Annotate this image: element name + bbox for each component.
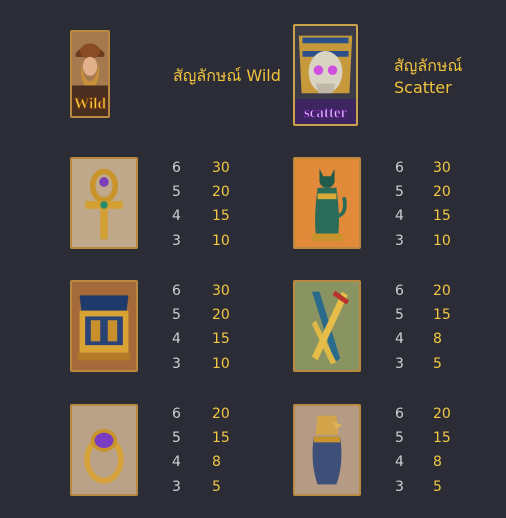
pay-count: 6 — [395, 406, 404, 422]
pay-value: 20 — [433, 406, 451, 422]
pay-value: 15 — [212, 430, 230, 446]
jar-symbol-tile — [293, 404, 361, 496]
crossed-daggers-icon — [295, 282, 359, 370]
pay-count: 3 — [172, 356, 181, 372]
treasure-chest-icon — [72, 282, 136, 370]
scatter-symbol-tile: scatter — [293, 24, 358, 126]
canopic-jar-icon — [295, 406, 359, 494]
pay-count: 3 — [395, 479, 404, 495]
scarab-ring-icon — [72, 406, 136, 494]
bastet-cat-icon — [295, 159, 359, 247]
pay-count: 4 — [395, 208, 404, 224]
scatter-icon: scatter — [295, 26, 356, 124]
pay-value: 20 — [212, 184, 230, 200]
pay-count: 5 — [172, 430, 181, 446]
pay-value: 8 — [212, 454, 221, 470]
pay-count: 6 — [395, 160, 404, 176]
ring-paytable: 6 20 5 15 4 8 3 5 — [170, 406, 250, 496]
pay-value: 5 — [433, 479, 442, 495]
pay-count: 4 — [395, 454, 404, 470]
pay-value: 15 — [212, 331, 230, 347]
ankh-paytable: 6 30 5 20 4 15 3 10 — [170, 160, 250, 250]
jar-paytable: 6 20 5 15 4 8 3 5 — [393, 406, 473, 496]
pay-count: 3 — [172, 479, 181, 495]
pay-count: 3 — [172, 233, 181, 249]
ring-symbol-tile — [70, 404, 138, 496]
wild-title: สัญลักษณ์ Wild — [173, 66, 281, 85]
wild-icon: Wild — [72, 32, 108, 116]
pay-value: 30 — [212, 283, 230, 299]
pay-value: 8 — [433, 331, 442, 347]
pay-value: 15 — [212, 208, 230, 224]
scatter-title-line1: สัญลักษณ์ — [394, 56, 463, 75]
pay-count: 4 — [172, 454, 181, 470]
pay-count: 5 — [172, 307, 181, 323]
pay-value: 15 — [433, 430, 451, 446]
scatter-title-line2: Scatter — [394, 78, 452, 97]
cat-symbol-tile — [293, 157, 361, 249]
chest-paytable: 6 30 5 20 4 15 3 10 — [170, 283, 250, 373]
pay-value: 20 — [433, 283, 451, 299]
chest-symbol-tile — [70, 280, 138, 372]
pay-value: 15 — [433, 307, 451, 323]
pay-value: 20 — [433, 184, 451, 200]
pay-value: 30 — [212, 160, 230, 176]
pay-count: 5 — [172, 184, 181, 200]
pay-value: 20 — [212, 307, 230, 323]
wild-symbol-tile: Wild — [70, 30, 110, 118]
pay-count: 5 — [395, 184, 404, 200]
ankh-icon — [72, 159, 136, 247]
pay-count: 6 — [172, 406, 181, 422]
pay-count: 4 — [172, 331, 181, 347]
pay-value: 20 — [212, 406, 230, 422]
daggers-symbol-tile — [293, 280, 361, 372]
pay-count: 5 — [395, 307, 404, 323]
pay-count: 6 — [172, 160, 181, 176]
daggers-paytable: 6 20 5 15 4 8 3 5 — [393, 283, 473, 373]
pay-value: 30 — [433, 160, 451, 176]
svg-text:Wild: Wild — [74, 95, 106, 112]
ankh-symbol-tile — [70, 157, 138, 249]
pay-value: 5 — [212, 479, 221, 495]
pay-count: 4 — [395, 331, 404, 347]
pay-count: 4 — [172, 208, 181, 224]
pay-value: 5 — [433, 356, 442, 372]
pay-count: 5 — [395, 430, 404, 446]
pay-value: 10 — [433, 233, 451, 249]
svg-text:scatter: scatter — [304, 104, 348, 121]
pay-count: 3 — [395, 356, 404, 372]
pay-count: 6 — [395, 283, 404, 299]
pay-count: 6 — [172, 283, 181, 299]
pay-value: 10 — [212, 233, 230, 249]
cat-paytable: 6 30 5 20 4 15 3 10 — [393, 160, 473, 250]
pay-value: 10 — [212, 356, 230, 372]
pay-count: 3 — [395, 233, 404, 249]
pay-value: 15 — [433, 208, 451, 224]
pay-value: 8 — [433, 454, 442, 470]
